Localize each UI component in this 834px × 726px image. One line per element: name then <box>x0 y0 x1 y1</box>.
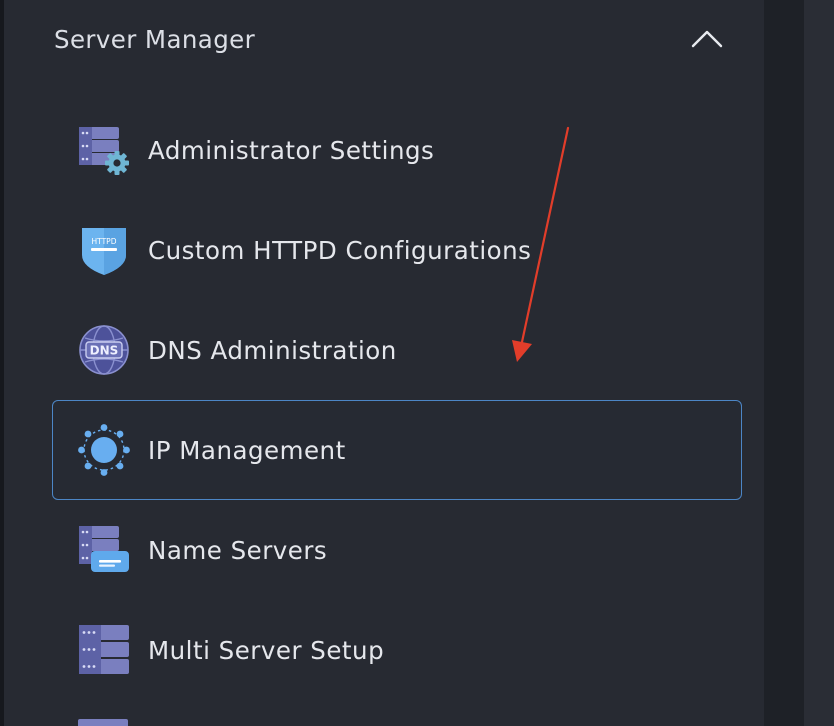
server-manager-panel: Server Manager Administrator Settings HT… <box>4 0 764 726</box>
menu-item-label: IP Management <box>148 435 346 465</box>
dns-globe-icon: DNS <box>77 323 131 377</box>
menu-item-custom-httpd-configurations[interactable]: HTTPD Custom HTTPD Configurations <box>52 200 742 300</box>
section-title: Server Manager <box>54 24 256 54</box>
httpd-badge-text: HTTPD <box>92 237 117 246</box>
menu-item-label: Name Servers <box>148 535 328 565</box>
partial-menu-item-icon <box>76 719 130 726</box>
server-message-icon <box>77 523 131 577</box>
httpd-shield-icon: HTTPD <box>77 223 131 277</box>
menu-item-label: Custom HTTPD Configurations <box>148 235 532 265</box>
menu-item-label: DNS Administration <box>148 335 397 365</box>
network-node-icon <box>77 423 131 477</box>
dns-badge-text: DNS <box>90 344 119 358</box>
menu-item-multi-server-setup[interactable]: Multi Server Setup <box>52 600 742 700</box>
server-manager-section-toggle[interactable]: Server Manager <box>54 10 724 68</box>
menu-item-ip-management[interactable]: IP Management <box>52 400 742 500</box>
menu-item-dns-administration[interactable]: DNS DNS Administration <box>52 300 742 400</box>
server-stack-icon <box>77 623 131 677</box>
server-gear-icon <box>77 123 131 177</box>
menu-item-label: Multi Server Setup <box>148 635 385 665</box>
menu-item-name-servers[interactable]: Name Servers <box>52 500 742 600</box>
menu-item-label: Administrator Settings <box>148 135 435 165</box>
chevron-up-icon[interactable] <box>690 29 724 49</box>
content-divider <box>764 0 804 726</box>
menu-item-administrator-settings[interactable]: Administrator Settings <box>52 100 742 200</box>
content-area-edge <box>804 0 834 726</box>
